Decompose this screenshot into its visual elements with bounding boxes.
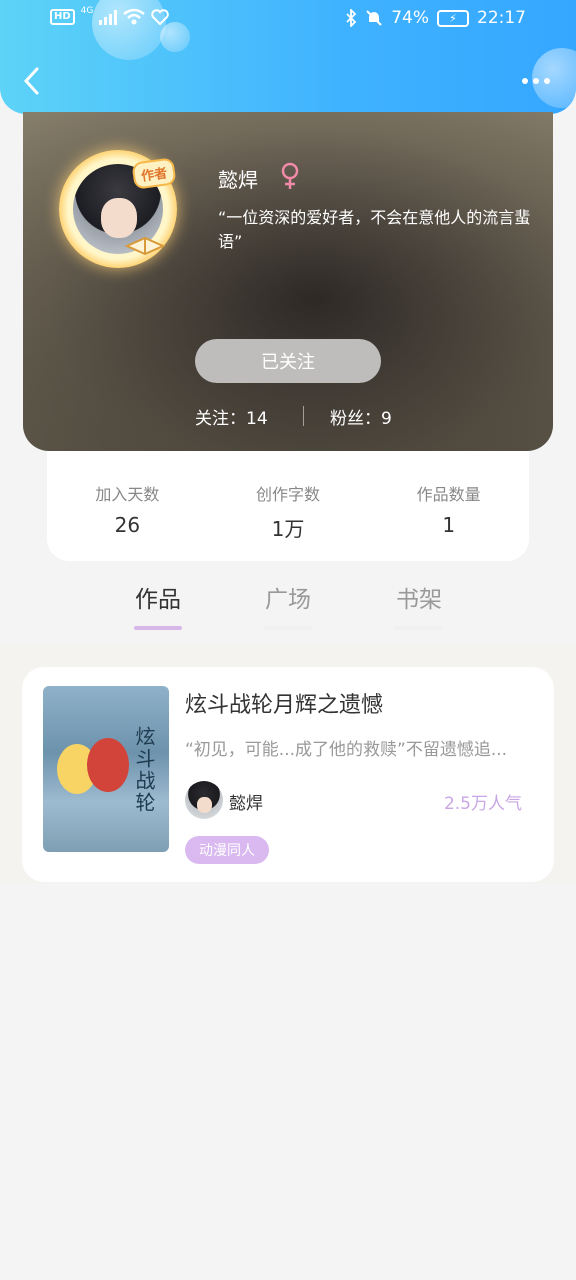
female-icon: [281, 162, 299, 189]
author-name[interactable]: 懿焊: [229, 789, 263, 814]
tab-bookshelf[interactable]: 书架: [379, 580, 459, 630]
stat-works-count: 作品数量 1: [368, 451, 529, 561]
hd-indicator: HD: [50, 9, 75, 25]
divider: [303, 406, 304, 426]
author-avatar-small[interactable]: [185, 781, 223, 819]
tab-bar: 作品 广场 书架: [0, 572, 576, 642]
top-header: HD 4G 74% ⚡ 22:17: [0, 0, 576, 114]
stat-join-days: 加入天数 26: [47, 451, 208, 561]
mute-bell-icon: [366, 10, 382, 26]
tab-underline: [264, 626, 312, 630]
book-description: “初见，可能...成了他的救赎”不留遗憾追...: [185, 740, 508, 760]
wifi-icon: [123, 8, 146, 25]
network-type: 4G: [80, 6, 94, 16]
clock: 22:17: [477, 8, 526, 28]
works-list: 炫斗战轮 炫斗战轮月辉之遗憾 “初见，可能...成了他的救赎”不留遗憾追... …: [0, 645, 576, 883]
tab-label: 作品: [135, 587, 181, 613]
popularity-count: 2.5万人气: [443, 794, 522, 814]
stats-card: 加入天数 26 创作字数 1万 作品数量 1: [47, 451, 529, 561]
tab-plaza[interactable]: 广场: [248, 580, 328, 630]
stat-word-count: 创作字数 1万: [208, 451, 369, 561]
stat-label: 创作字数: [256, 485, 321, 504]
book-title[interactable]: 炫斗战轮月辉之遗憾: [185, 687, 383, 719]
tab-underline: [395, 626, 443, 630]
followed-button[interactable]: 已关注: [195, 339, 381, 383]
profile-bio: “一位资深的爱好者，不会在意他人的流言蜚语”: [218, 208, 531, 251]
cover-art: [87, 738, 129, 792]
stat-label: 加入天数: [95, 485, 160, 504]
open-book-icon: [125, 236, 165, 256]
battery-percent: 74%: [391, 8, 429, 28]
stat-label: 作品数量: [416, 485, 481, 504]
profile-hero: 作者 懿焊 “一位资深的爱好者，不会在意他人的流言蜚语” 已关注 关注：14 粉…: [23, 112, 553, 451]
bluetooth-icon: [346, 9, 357, 27]
back-chevron-left-icon[interactable]: [22, 66, 40, 96]
book-cover[interactable]: 炫斗战轮: [43, 686, 169, 852]
cover-text: 炫斗战轮: [132, 726, 156, 814]
tab-works[interactable]: 作品: [118, 580, 198, 630]
following-count[interactable]: 关注：14: [195, 404, 268, 429]
profile-name: 懿焊: [218, 168, 258, 192]
signal-icon: [99, 9, 118, 25]
more-dots-icon[interactable]: [522, 78, 550, 84]
tab-underline: [134, 626, 182, 630]
battery-icon: ⚡: [437, 9, 469, 27]
stat-value: 1万: [271, 517, 305, 541]
stat-value: 26: [114, 513, 141, 537]
genre-tag[interactable]: 动漫同人: [185, 836, 269, 864]
followers-count[interactable]: 粉丝：9: [330, 404, 392, 429]
author-avatar[interactable]: 作者: [59, 150, 177, 268]
work-card[interactable]: 炫斗战轮 炫斗战轮月辉之遗憾 “初见，可能...成了他的救赎”不留遗憾追... …: [22, 667, 554, 882]
tab-label: 广场: [265, 587, 311, 613]
author-badge: 作者: [131, 157, 177, 190]
tab-label: 书架: [396, 587, 442, 613]
status-bar: HD 4G 74% ⚡ 22:17: [0, 6, 576, 34]
stat-value: 1: [442, 513, 456, 537]
heart-link-icon: [151, 9, 170, 25]
